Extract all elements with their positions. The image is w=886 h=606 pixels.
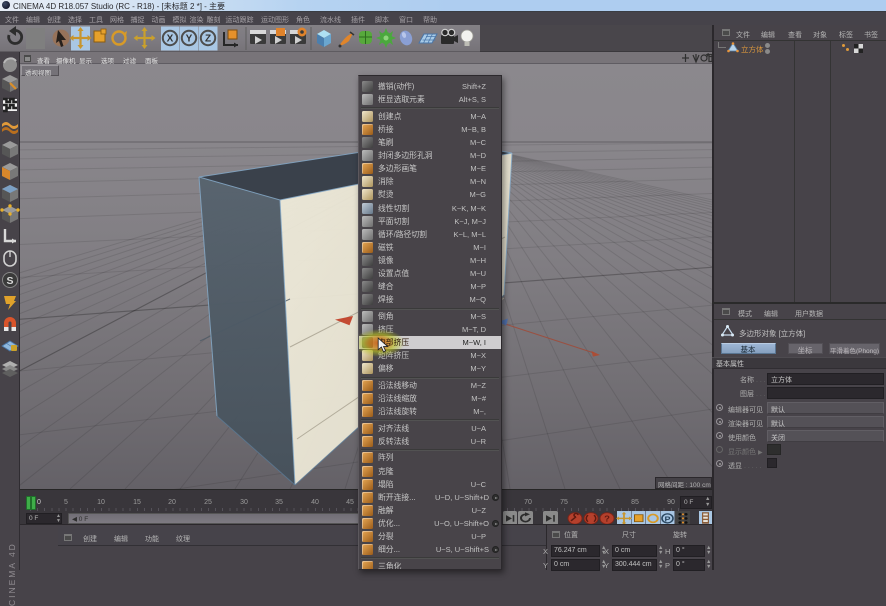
svg-text:S: S	[6, 275, 13, 287]
svg-text:?: ?	[604, 514, 610, 523]
svg-text:Y: Y	[186, 34, 193, 45]
svg-text:Z: Z	[205, 34, 211, 45]
svg-text:X: X	[167, 34, 174, 45]
svg-text:P: P	[665, 515, 672, 523]
